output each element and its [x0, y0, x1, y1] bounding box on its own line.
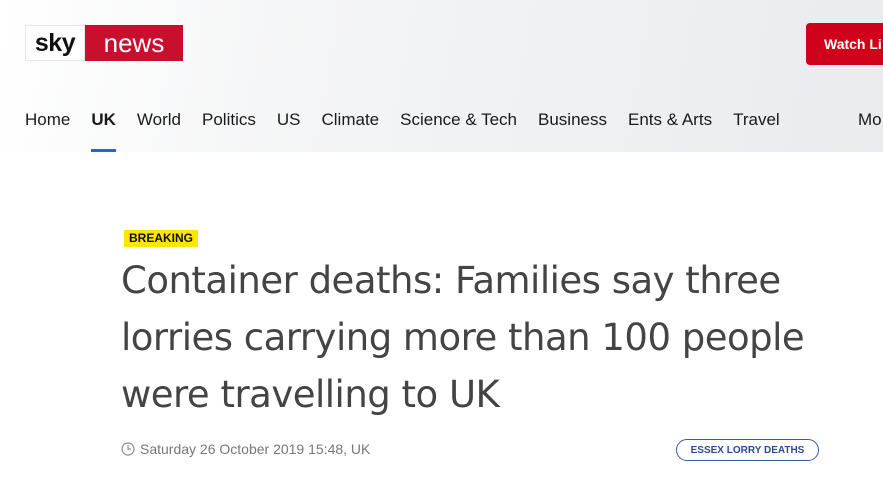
nav-item-ents-arts[interactable]: Ents & Arts	[628, 105, 712, 152]
article-timestamp: Saturday 26 October 2019 15:48, UK	[140, 441, 371, 457]
nav-item-travel[interactable]: Travel	[733, 105, 780, 152]
sky-news-logo[interactable]: sky news	[25, 25, 183, 61]
nav-item-world[interactable]: World	[137, 105, 181, 152]
nav-item-uk[interactable]: UK	[91, 105, 116, 152]
site-header: sky news Watch Li Home UK World Politics…	[0, 0, 883, 152]
breaking-badge: BREAKING	[124, 230, 199, 247]
watch-live-button[interactable]: Watch Li	[806, 23, 883, 65]
nav-item-politics[interactable]: Politics	[202, 105, 256, 152]
nav-item-us[interactable]: US	[277, 105, 301, 152]
article-headline: Container deaths: Families say three lor…	[121, 259, 805, 416]
article-meta: Saturday 26 October 2019 15:48, UK	[121, 441, 370, 457]
nav-item-science-tech[interactable]: Science & Tech	[400, 105, 517, 152]
nav-item-more[interactable]: Mo	[858, 105, 882, 135]
nav-item-climate[interactable]: Climate	[322, 105, 380, 152]
logo-news-text: news	[85, 25, 183, 61]
nav-item-home[interactable]: Home	[25, 105, 70, 152]
clock-icon	[121, 442, 135, 456]
topic-tag-essex-lorry-deaths[interactable]: ESSEX LORRY DEATHS	[676, 439, 819, 461]
main-nav: Home UK World Politics US Climate Scienc…	[25, 105, 801, 152]
logo-sky-text: sky	[25, 25, 85, 61]
nav-item-business[interactable]: Business	[538, 105, 607, 152]
